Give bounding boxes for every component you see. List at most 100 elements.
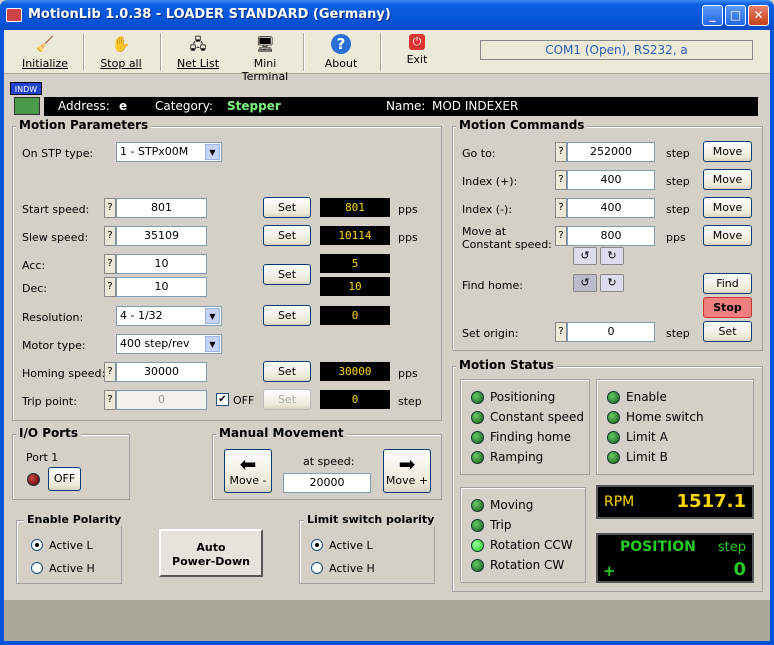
device-info-bar: Address: e Category: Stepper Name: MOD I… (44, 97, 758, 116)
exit-button[interactable]: ⏻ Exit (398, 34, 436, 72)
help-button[interactable]: ? (555, 142, 567, 162)
toolbar-separator (160, 33, 162, 71)
trip-checkbox[interactable]: ✔ (216, 393, 229, 406)
slew-speed-input[interactable]: 35109 (116, 226, 207, 246)
port1-led (27, 473, 40, 486)
dec-display: 10 (320, 277, 390, 296)
start-speed-input[interactable]: 801 (116, 198, 207, 218)
limit-active-h-radio[interactable] (311, 562, 323, 574)
chevron-down-icon: ▼ (205, 144, 220, 160)
set-acc-dec-button[interactable]: Set (263, 264, 311, 285)
chevron-down-icon: ▼ (205, 308, 220, 324)
broom-icon: 🧹 (35, 35, 55, 53)
set-trip-button[interactable]: Set (263, 389, 311, 410)
status-led (471, 411, 484, 424)
arrow-right-icon: ➡ (398, 452, 416, 476)
acc-input[interactable]: 10 (116, 254, 207, 274)
dec-input[interactable]: 10 (116, 277, 207, 297)
help-icon: ? (331, 34, 351, 54)
chevron-down-icon: ▼ (205, 336, 220, 352)
goto-move-button[interactable]: Move (703, 141, 752, 162)
status-led (607, 391, 620, 404)
index-minus-input[interactable]: 400 (567, 198, 655, 218)
minimize-button[interactable]: _ (702, 5, 723, 26)
index-minus-move-button[interactable]: Move (703, 197, 752, 218)
status-led (471, 391, 484, 404)
active-h-radio[interactable] (31, 562, 43, 574)
move-minus-button[interactable]: ⬅ Move - (224, 449, 272, 493)
resolution-select[interactable]: 4 - 1/32 ▼ (116, 306, 222, 326)
help-button[interactable]: ? (555, 170, 567, 190)
set-origin-button[interactable]: Set (703, 321, 752, 342)
about-button[interactable]: ? About (320, 34, 362, 72)
toolbar-separator (380, 33, 382, 71)
limit-active-l-radio[interactable] (311, 539, 323, 551)
rpm-value: 1517.1 (676, 491, 746, 512)
resolution-display: 0 (320, 306, 390, 325)
home-ccw-icon[interactable]: ↺ (573, 274, 597, 292)
net-list-button[interactable]: 🖧 Net List (175, 34, 221, 72)
category-value: Stepper (227, 99, 281, 113)
address-value: e (119, 99, 128, 113)
status-led (607, 411, 620, 424)
group-title: Motion Parameters (16, 118, 152, 132)
status-panel-2 (596, 379, 754, 475)
initialize-button[interactable]: 🧹 Initialize (20, 34, 70, 72)
goto-input[interactable]: 252000 (567, 142, 655, 162)
help-button[interactable]: ? (555, 198, 567, 218)
move-plus-button[interactable]: ➡ Move + (383, 449, 431, 493)
set-homing-speed-button[interactable]: Set (263, 361, 311, 382)
acc-display: 5 (320, 254, 390, 273)
index-plus-move-button[interactable]: Move (703, 169, 752, 190)
app-icon (6, 8, 22, 22)
position-display: POSITION step + 0 (596, 533, 754, 583)
toolbar-separator (83, 33, 85, 71)
help-button[interactable]: ? (104, 390, 116, 410)
start-speed-display: 801 (320, 198, 390, 217)
constant-speed-move-button[interactable]: Move (703, 225, 752, 246)
set-start-speed-button[interactable]: Set (263, 197, 311, 218)
network-icon: 🖧 (189, 35, 207, 53)
com-status: COM1 (Open), RS232, a (480, 40, 753, 60)
help-button[interactable]: ? (104, 362, 116, 382)
maximize-button[interactable]: □ (725, 5, 746, 26)
help-button[interactable]: ? (555, 322, 567, 342)
status-led (471, 519, 484, 532)
set-resolution-button[interactable]: Set (263, 305, 311, 326)
device-icon (14, 97, 40, 115)
port1-toggle-button[interactable]: OFF (48, 467, 81, 491)
slew-speed-display: 10114 (320, 226, 390, 245)
status-led (471, 559, 484, 572)
device-name: MOD INDEXER (432, 99, 519, 113)
rotate-ccw-icon[interactable]: ↺ (573, 247, 597, 265)
trip-point-input[interactable]: 0 (116, 390, 207, 410)
index-plus-input[interactable]: 400 (567, 170, 655, 190)
status-led (607, 431, 620, 444)
stop-all-button[interactable]: ✋ Stop all (98, 34, 144, 72)
find-home-button[interactable]: Find (703, 273, 752, 294)
constant-speed-input[interactable]: 800 (567, 226, 655, 246)
terminal-icon: 🖥 (255, 35, 275, 53)
home-cw-icon[interactable]: ↻ (600, 274, 624, 292)
help-button[interactable]: ? (104, 254, 116, 274)
help-button[interactable]: ? (104, 226, 116, 246)
mini-terminal-button[interactable]: 🖥 Mini Terminal (232, 34, 298, 83)
toolbar-separator (303, 33, 305, 71)
active-l-radio[interactable] (31, 539, 43, 551)
help-button[interactable]: ? (104, 277, 116, 297)
homing-speed-input[interactable]: 30000 (116, 362, 207, 382)
tab-indw[interactable]: INDW (10, 82, 42, 95)
help-button[interactable]: ? (555, 226, 567, 246)
help-button[interactable]: ? (104, 198, 116, 218)
manual-speed-input[interactable]: 20000 (283, 473, 371, 493)
motor-type-select[interactable]: 400 step/rev ▼ (116, 334, 222, 354)
set-slew-speed-button[interactable]: Set (263, 225, 311, 246)
rotate-cw-icon[interactable]: ↻ (600, 247, 624, 265)
status-led (607, 451, 620, 464)
auto-power-down-button[interactable]: Auto Power-Down (159, 529, 263, 577)
set-origin-input[interactable]: 0 (567, 322, 655, 342)
stop-button[interactable]: Stop (703, 297, 752, 318)
position-value: 0 (733, 559, 746, 580)
stp-type-select[interactable]: 1 - STPx00M ▼ (116, 142, 222, 162)
close-button[interactable]: ✕ (748, 5, 769, 26)
